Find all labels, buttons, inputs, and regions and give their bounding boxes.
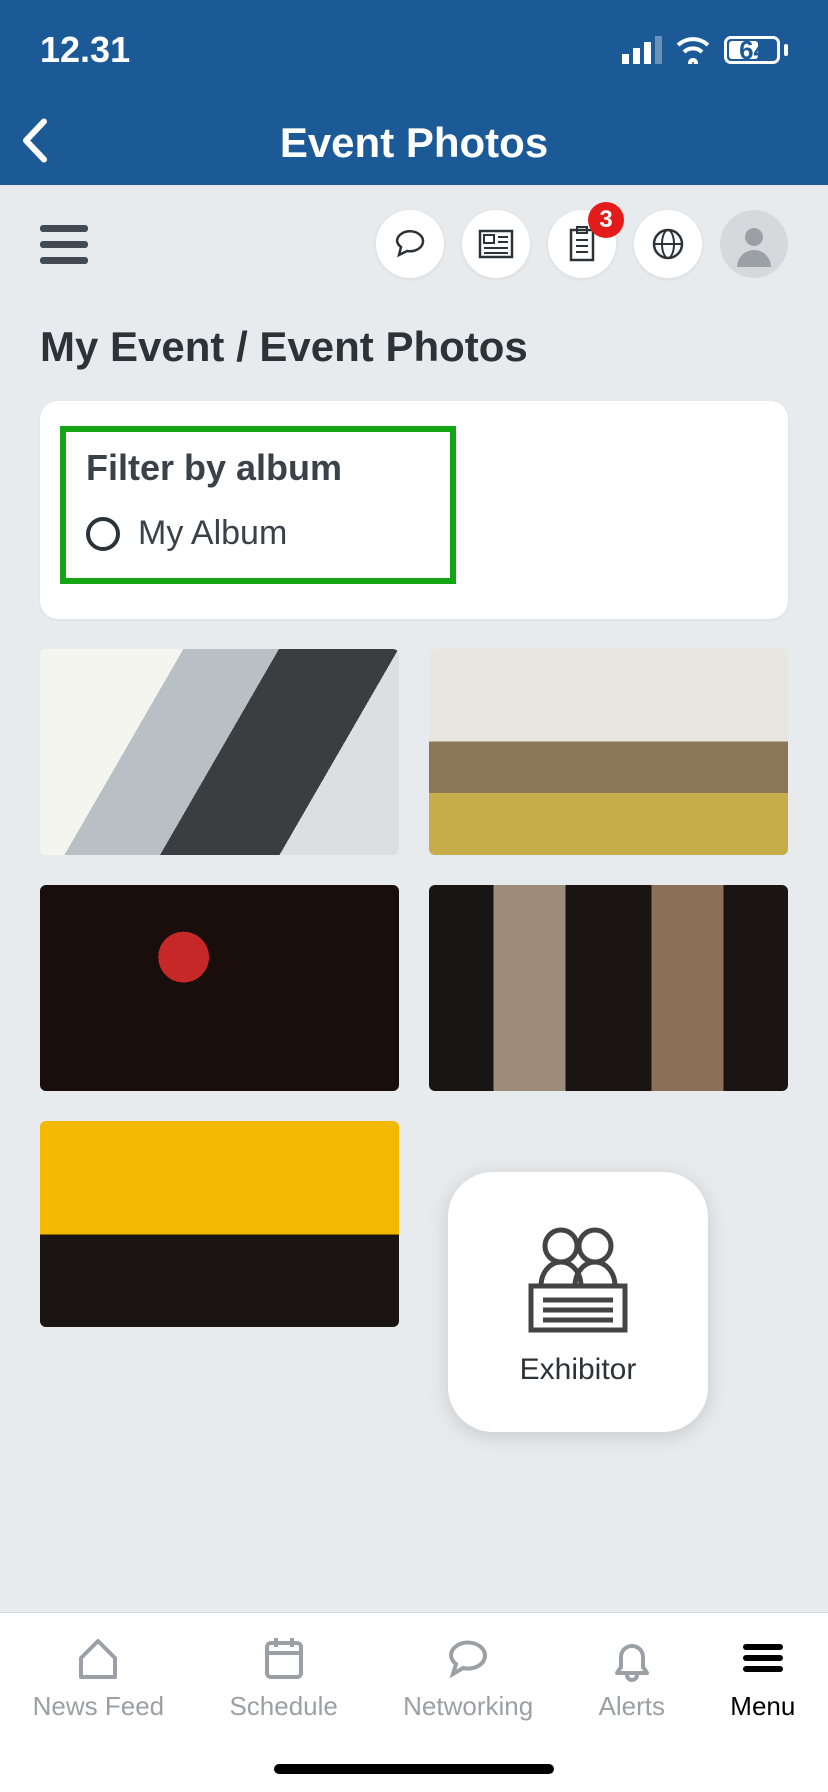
page-title: Event Photos (280, 119, 548, 167)
header: Event Photos (0, 100, 828, 185)
notification-badge: 3 (588, 202, 624, 238)
status-time: 12.31 (40, 29, 130, 71)
nav-networking[interactable]: Networking (403, 1633, 533, 1722)
news-button[interactable] (462, 210, 530, 278)
toolbar: 3 (0, 185, 828, 303)
messages-button[interactable] (376, 210, 444, 278)
breadcrumb-root[interactable]: My Event (40, 323, 224, 370)
speech-bubble-icon (392, 226, 428, 262)
breadcrumb-current: Event Photos (259, 323, 527, 370)
photo-tile[interactable] (429, 885, 788, 1091)
globe-icon (651, 227, 685, 261)
nav-menu[interactable]: Menu (730, 1633, 795, 1722)
filter-title: Filter by album (86, 447, 430, 489)
hamburger-menu-button[interactable] (40, 225, 88, 264)
back-button[interactable] (20, 117, 48, 168)
bottom-nav: News Feed Schedule Networking Alerts Men… (0, 1612, 828, 1792)
photo-tile[interactable] (40, 1121, 399, 1327)
filter-card: Filter by album My Album (40, 401, 788, 619)
chat-icon (443, 1633, 493, 1683)
wifi-icon (674, 36, 712, 64)
photo-tile[interactable] (40, 885, 399, 1091)
exhibitor-label: Exhibitor (520, 1353, 637, 1387)
filter-option-label: My Album (138, 514, 287, 553)
status-bar: 12.31 64 (0, 0, 828, 100)
calendar-icon (259, 1633, 309, 1683)
exhibitor-icon (513, 1218, 643, 1338)
photo-tile[interactable] (429, 649, 788, 855)
nav-alerts[interactable]: Alerts (599, 1633, 665, 1722)
globe-button[interactable] (634, 210, 702, 278)
filter-option-my-album[interactable]: My Album (86, 514, 430, 553)
menu-icon (738, 1633, 788, 1683)
tasks-button[interactable]: 3 (548, 210, 616, 278)
bell-icon (607, 1633, 657, 1683)
nav-newsfeed[interactable]: News Feed (33, 1633, 165, 1722)
photo-tile[interactable] (40, 649, 399, 855)
cellular-icon (622, 36, 662, 64)
person-icon (729, 219, 779, 269)
breadcrumb: My Event / Event Photos (0, 303, 828, 401)
exhibitor-button[interactable]: Exhibitor (448, 1172, 708, 1432)
highlight-box: Filter by album My Album (60, 426, 456, 584)
radio-icon (86, 517, 120, 551)
home-icon (73, 1633, 123, 1683)
newspaper-icon (478, 229, 514, 259)
profile-avatar[interactable] (720, 210, 788, 278)
status-right: 64 (622, 36, 788, 64)
battery-icon: 64 (724, 36, 788, 64)
nav-schedule[interactable]: Schedule (229, 1633, 337, 1722)
home-indicator[interactable] (274, 1764, 554, 1774)
